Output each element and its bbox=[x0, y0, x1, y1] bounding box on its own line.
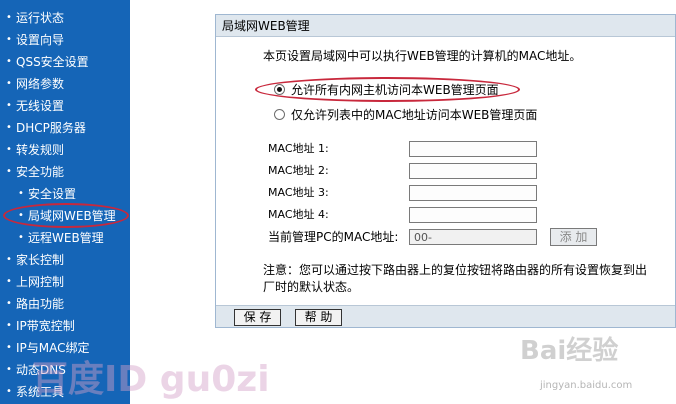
mac-address-3-input[interactable] bbox=[409, 185, 537, 201]
bullet-icon: • bbox=[6, 56, 12, 67]
sidebar-item[interactable]: • 转发规则 bbox=[0, 139, 130, 161]
mac-address-4-input[interactable] bbox=[409, 207, 537, 223]
bullet-icon: • bbox=[6, 12, 12, 23]
help-button[interactable]: 帮 助 bbox=[295, 309, 342, 326]
mac-address-1-input[interactable] bbox=[409, 141, 537, 157]
sidebar-item[interactable]: • 上网控制 bbox=[0, 271, 130, 293]
bullet-icon: • bbox=[6, 276, 12, 287]
sidebar-item[interactable]: • DHCP服务器 bbox=[0, 117, 130, 139]
bullet-icon: • bbox=[6, 254, 12, 265]
option-allow-all-label: 允许所有内网主机访问本WEB管理页面 bbox=[291, 83, 499, 97]
sidebar-item-label: 无线设置 bbox=[16, 99, 65, 113]
bullet-icon: • bbox=[6, 122, 12, 133]
panel-description: 本页设置局域网中可以执行WEB管理的计算机的MAC地址。 bbox=[263, 49, 582, 63]
watermark-baidu-jingyan: Bai经验 bbox=[520, 336, 619, 366]
sidebar-item[interactable]: • 路由功能 bbox=[0, 293, 130, 315]
sidebar-item-label: 远程WEB管理 bbox=[28, 231, 104, 245]
panel-title: 局域网WEB管理 bbox=[216, 15, 675, 37]
sidebar-item[interactable]: • 安全设置 bbox=[0, 183, 130, 205]
save-button[interactable]: 保 存 bbox=[234, 309, 281, 326]
sidebar-item[interactable]: • 设置向导 bbox=[0, 29, 130, 51]
sidebar-item-label: 局域网WEB管理 bbox=[28, 209, 116, 223]
sidebar-item[interactable]: • QSS安全设置 bbox=[0, 51, 130, 73]
mac-address-4-label: MAC地址 4: bbox=[268, 208, 329, 221]
bullet-icon: • bbox=[6, 364, 12, 375]
bullet-icon: • bbox=[6, 342, 12, 353]
bullet-icon: • bbox=[18, 232, 24, 243]
mac-address-2-label: MAC地址 2: bbox=[268, 164, 329, 177]
add-button[interactable]: 添 加 bbox=[550, 228, 597, 246]
sidebar-nav: • 运行状态 • 设置向导 • QSS安全设置 • 网络参数 • 无线设置 • DHCP服务器 • 转发规… bbox=[0, 0, 130, 404]
bullet-icon: • bbox=[6, 100, 12, 111]
sidebar-item-label: QSS安全设置 bbox=[16, 55, 89, 69]
sidebar-item[interactable]: • 运行状态 bbox=[0, 7, 130, 29]
bullet-icon: • bbox=[6, 144, 12, 155]
sidebar-item-label: 运行状态 bbox=[16, 11, 65, 25]
sidebar-item[interactable]: • 远程WEB管理 bbox=[0, 227, 130, 249]
mac-address-1-label: MAC地址 1: bbox=[268, 142, 329, 155]
radio-unchecked-icon[interactable] bbox=[274, 109, 285, 120]
bullet-icon: • bbox=[6, 78, 12, 89]
reset-note: 注意：您可以通过按下路由器上的复位按钮将路由器的所有设置恢复到出厂时的默认状态。 bbox=[263, 263, 648, 294]
option-allow-list-label: 仅允许列表中的MAC地址访问本WEB管理页面 bbox=[291, 108, 538, 122]
bullet-icon: • bbox=[6, 34, 12, 45]
watermark-url: jingyan.baidu.com bbox=[540, 380, 633, 391]
sidebar-item-label: 上网控制 bbox=[16, 275, 65, 289]
mac-address-3-label: MAC地址 3: bbox=[268, 186, 329, 199]
sidebar-item-label: 网络参数 bbox=[16, 77, 65, 91]
bullet-icon: • bbox=[6, 320, 12, 331]
bullet-icon: • bbox=[18, 188, 24, 199]
sidebar-item-label: 路由功能 bbox=[16, 297, 65, 311]
radio-checked-icon[interactable] bbox=[274, 84, 285, 95]
sidebar-item[interactable]: • 网络参数 bbox=[0, 73, 130, 95]
sidebar-item-label: 转发规则 bbox=[16, 143, 65, 157]
sidebar-item-label: 安全设置 bbox=[28, 187, 77, 201]
bullet-icon: • bbox=[6, 386, 12, 397]
watermark-baidu-id: 百度ID gu0zi bbox=[32, 359, 270, 400]
sidebar-item-label: 家长控制 bbox=[16, 253, 65, 267]
sidebar-item[interactable]: • 安全功能 bbox=[0, 161, 130, 183]
current-mac-label: 当前管理PC的MAC地址: bbox=[268, 230, 399, 244]
sidebar-item[interactable]: • 家长控制 bbox=[0, 249, 130, 271]
mac-address-2-input[interactable] bbox=[409, 163, 537, 179]
option-allow-all[interactable]: 允许所有内网主机访问本WEB管理页面 bbox=[274, 81, 499, 99]
sidebar-item-label: IP带宽控制 bbox=[16, 319, 75, 333]
sidebar-item[interactable]: • 局域网WEB管理 bbox=[0, 205, 130, 227]
bullet-icon: • bbox=[6, 298, 12, 309]
sidebar-item-label: 设置向导 bbox=[16, 33, 65, 47]
sidebar-item-label: 安全功能 bbox=[16, 165, 65, 179]
sidebar-item[interactable]: • IP带宽控制 bbox=[0, 315, 130, 337]
bullet-icon: • bbox=[18, 210, 24, 221]
option-allow-list[interactable]: 仅允许列表中的MAC地址访问本WEB管理页面 bbox=[274, 106, 537, 124]
sidebar-item-label: DHCP服务器 bbox=[16, 121, 86, 135]
button-bar: 保 存 帮 助 bbox=[216, 305, 675, 327]
sidebar-item[interactable]: • 无线设置 bbox=[0, 95, 130, 117]
lan-web-management-panel: 局域网WEB管理 本页设置局域网中可以执行WEB管理的计算机的MAC地址。 允许… bbox=[215, 14, 676, 328]
current-mac-input bbox=[409, 229, 537, 245]
bullet-icon: • bbox=[6, 166, 12, 177]
